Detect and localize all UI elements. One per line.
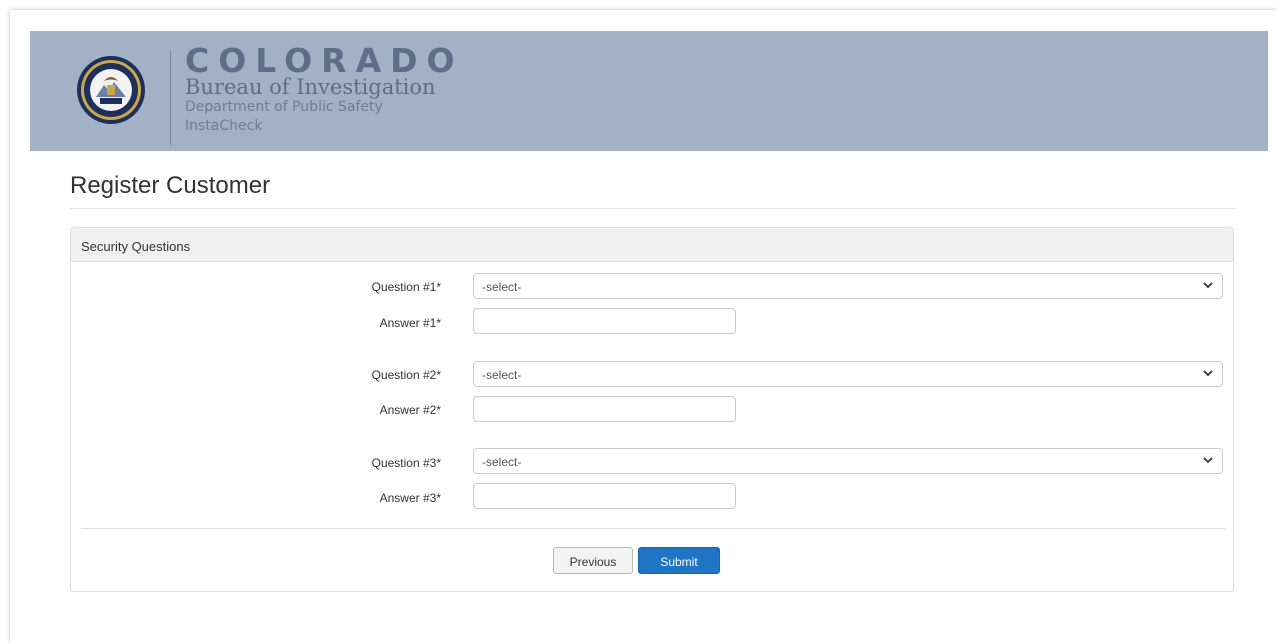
brand-divider <box>170 50 171 145</box>
question-1-select[interactable]: -select- <box>473 273 1223 299</box>
chevron-down-icon <box>1203 282 1213 289</box>
question-2-select-value: -select- <box>482 368 522 382</box>
brand-state-name: COLORADO <box>185 41 464 80</box>
question-3-label: Question #3* <box>371 456 441 470</box>
submit-button[interactable]: Submit <box>638 547 720 574</box>
question-3-select[interactable]: -select- <box>473 448 1223 474</box>
brand-text: COLORADO Bureau of Investigation Departm… <box>185 44 464 136</box>
chevron-down-icon <box>1203 370 1213 377</box>
answer-3-input[interactable] <box>473 483 736 509</box>
cbi-seal-logo <box>77 56 145 124</box>
form-footer-divider <box>81 528 1225 529</box>
question-1-select-value: -select- <box>482 280 522 294</box>
brand-department: Department of Public Safety <box>185 99 383 115</box>
previous-button[interactable]: Previous <box>553 547 633 574</box>
brand-bureau-name: Bureau of Investigation <box>185 75 436 99</box>
answer-1-label: Answer #1* <box>379 316 441 330</box>
answer-1-input[interactable] <box>473 308 736 334</box>
question-2-label: Question #2* <box>371 368 441 382</box>
brand-app-name: InstaCheck <box>185 118 263 134</box>
answer-3-label: Answer #3* <box>379 491 441 505</box>
header-banner: COLORADO Bureau of Investigation Departm… <box>30 31 1268 151</box>
answer-2-input[interactable] <box>473 396 736 422</box>
title-divider <box>70 208 1236 209</box>
panel-heading: Security Questions <box>71 228 1233 262</box>
question-1-label: Question #1* <box>371 280 441 294</box>
question-2-select[interactable]: -select- <box>473 361 1223 387</box>
chevron-down-icon <box>1203 457 1213 464</box>
question-3-select-value: -select- <box>482 455 522 469</box>
answer-2-label: Answer #2* <box>379 403 441 417</box>
security-questions-panel: Security Questions Question #1* -select-… <box>70 227 1234 592</box>
page-title: Register Customer <box>70 172 271 199</box>
